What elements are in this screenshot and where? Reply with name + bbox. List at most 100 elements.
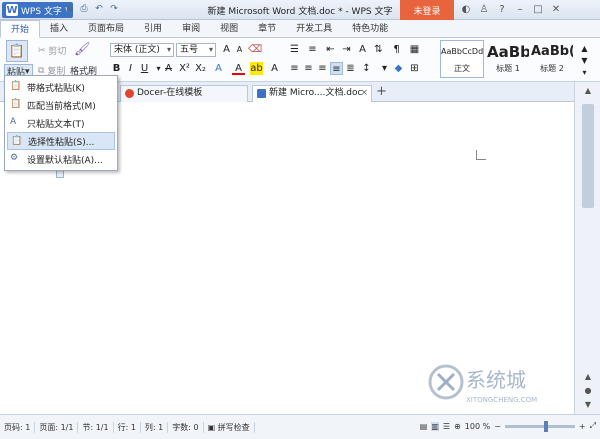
- fullscreen-icon[interactable]: ⤢: [590, 421, 596, 431]
- zoom-slider[interactable]: [504, 420, 575, 432]
- increase-indent-icon[interactable]: ⇥: [340, 43, 353, 56]
- prev-page-icon[interactable]: ▲: [582, 372, 594, 382]
- status-row: 行: 1: [114, 421, 141, 433]
- new-tab-icon[interactable]: +: [376, 84, 387, 99]
- tab-insert[interactable]: 插入: [40, 20, 78, 38]
- settings-icon: ⚙: [10, 153, 19, 163]
- paste-format-icon: 📋: [10, 81, 22, 91]
- font-size-select[interactable]: 五号: [176, 43, 216, 57]
- menu-item-set-default-paste[interactable]: ⚙ 设置默认粘贴(A)...: [7, 150, 115, 168]
- chinese-layout-icon[interactable]: A: [356, 43, 369, 56]
- web-view-icon[interactable]: ⊕: [454, 422, 461, 431]
- minimize-icon[interactable]: –: [514, 3, 526, 16]
- zoom-in-icon[interactable]: +: [579, 422, 586, 431]
- distributed-icon[interactable]: ≣: [344, 62, 357, 75]
- document-icon: [257, 89, 266, 98]
- style-normal-sample: AaBbCcDd: [441, 47, 483, 56]
- underline-icon[interactable]: U: [138, 62, 151, 75]
- font-color-icon[interactable]: A: [232, 62, 245, 75]
- spell-check-toggle[interactable]: ▣ 拼写检查: [204, 421, 255, 433]
- bold-icon[interactable]: B: [110, 62, 123, 75]
- tab-docer-templates[interactable]: Docer-在线模板: [120, 85, 248, 102]
- cut-button[interactable]: ✂ 剪切: [38, 44, 67, 58]
- show-marks-icon[interactable]: ¶: [390, 43, 403, 56]
- page-margin-corner: [476, 150, 486, 160]
- line-spacing-chevron-icon[interactable]: ▾: [378, 62, 391, 75]
- zoom-slider-knob[interactable]: [543, 420, 548, 432]
- bullets-icon[interactable]: ☰: [288, 43, 301, 56]
- next-page-icon[interactable]: ▼: [582, 400, 594, 410]
- menu-item-paste-keep-format[interactable]: 📋 带格式粘贴(K): [7, 78, 115, 96]
- decrease-indent-icon[interactable]: ⇤: [324, 43, 337, 56]
- tab-references[interactable]: 引用: [134, 20, 172, 38]
- tab-view[interactable]: 视图: [210, 20, 248, 38]
- maximize-icon[interactable]: □: [532, 3, 544, 16]
- page-view-icon[interactable]: ▥: [431, 421, 439, 431]
- view-zoom-controls: ▤ ▥ ☰ ⊕ 100 % − + ⤢: [420, 420, 596, 432]
- scrollbar-thumb[interactable]: [582, 104, 594, 208]
- align-center-icon[interactable]: ≡: [302, 62, 315, 75]
- style-heading-2[interactable]: AaBb( 标题 2: [530, 40, 574, 78]
- paste-options-icon[interactable]: [56, 170, 64, 178]
- highlight-icon[interactable]: ab: [250, 62, 263, 75]
- skin-icon[interactable]: ◐: [460, 3, 472, 16]
- clear-format-icon[interactable]: ⌫: [248, 43, 262, 56]
- scroll-up-icon[interactable]: ▲: [582, 86, 594, 96]
- status-page-code: 页码: 1: [0, 421, 36, 433]
- menu-item-paste-text-only[interactable]: A 只粘贴文本(T): [7, 114, 115, 132]
- style-heading-2-sample: AaBb(: [531, 44, 573, 59]
- shirt-icon[interactable]: ♙: [478, 3, 490, 16]
- close-tab-icon[interactable]: ×: [360, 86, 368, 101]
- docer-icon: [125, 89, 134, 98]
- reading-view-icon[interactable]: ▤: [420, 422, 428, 431]
- style-normal[interactable]: AaBbCcDd 正文: [440, 40, 484, 78]
- paste-icon[interactable]: 📋: [6, 40, 28, 62]
- font-name-select[interactable]: 宋体 (正文): [110, 43, 174, 57]
- zoom-out-icon[interactable]: −: [494, 422, 501, 431]
- borders-icon[interactable]: ⊞: [408, 62, 421, 75]
- align-left-icon[interactable]: ≡: [288, 62, 301, 75]
- close-icon[interactable]: ✕: [550, 3, 562, 16]
- sort-icon[interactable]: ⇅: [372, 43, 385, 56]
- table-icon[interactable]: ▦: [408, 43, 421, 56]
- title-bar: W WPS 文字 ▾ ▣ ⎙ ↶ ↷ 新建 Microsoft Word 文档.…: [0, 0, 600, 20]
- line-spacing-icon[interactable]: ↕: [360, 62, 373, 75]
- ribbon-tab-bar: 开始 插入 页面布局 引用 审阅 视图 章节 开发工具 特色功能: [0, 20, 600, 38]
- select-browse-icon[interactable]: ●: [582, 386, 594, 396]
- tab-special[interactable]: 特色功能: [342, 20, 398, 38]
- help-icon[interactable]: ?: [496, 3, 508, 16]
- style-heading-2-label: 标题 2: [540, 64, 564, 73]
- menu-item-paste-match-format[interactable]: 📋 匹配当前格式(M): [7, 96, 115, 114]
- menu-item-paste-special[interactable]: 📋 选择性粘贴(S)...: [7, 132, 115, 150]
- tab-developer[interactable]: 开发工具: [286, 20, 342, 38]
- styles-more-icon[interactable]: ▾: [578, 66, 591, 79]
- align-right-icon[interactable]: ≡: [316, 62, 329, 75]
- status-words[interactable]: 字数: 0: [168, 421, 204, 433]
- tab-page-layout[interactable]: 页面布局: [78, 20, 134, 38]
- shrink-font-icon[interactable]: A: [233, 43, 246, 56]
- tab-home[interactable]: 开始: [0, 20, 41, 38]
- outline-view-icon[interactable]: ☰: [443, 422, 450, 431]
- italic-icon[interactable]: I: [124, 62, 137, 75]
- justify-icon[interactable]: ≡: [330, 62, 343, 75]
- numbering-icon[interactable]: ≡: [306, 43, 319, 56]
- style-heading-1[interactable]: AaBb 标题 1: [486, 40, 530, 78]
- login-button[interactable]: 未登录: [400, 0, 454, 20]
- style-heading-1-sample: AaBb: [487, 43, 529, 61]
- paste-text-icon: A: [10, 117, 17, 127]
- style-heading-1-label: 标题 1: [496, 64, 520, 73]
- grow-font-icon[interactable]: A: [220, 43, 233, 56]
- cut-label: 剪切: [48, 47, 67, 57]
- superscript-icon[interactable]: X²: [178, 62, 191, 75]
- vertical-scrollbar[interactable]: ▲ ▲ ● ▼: [574, 82, 600, 414]
- tab-review[interactable]: 审阅: [172, 20, 210, 38]
- text-effect-icon[interactable]: A: [212, 62, 225, 75]
- status-page: 页面: 1/1: [35, 421, 79, 433]
- shading-icon[interactable]: ◆: [392, 62, 405, 75]
- strikethrough-icon[interactable]: A: [162, 62, 175, 75]
- subscript-icon[interactable]: X₂: [194, 62, 207, 75]
- char-border-icon[interactable]: A: [268, 62, 281, 75]
- tab-chapter[interactable]: 章节: [248, 20, 286, 38]
- tab-current-document[interactable]: 新建 Micro....文档.doc * ×: [252, 85, 372, 113]
- format-painter-icon[interactable]: 🖌: [74, 42, 91, 57]
